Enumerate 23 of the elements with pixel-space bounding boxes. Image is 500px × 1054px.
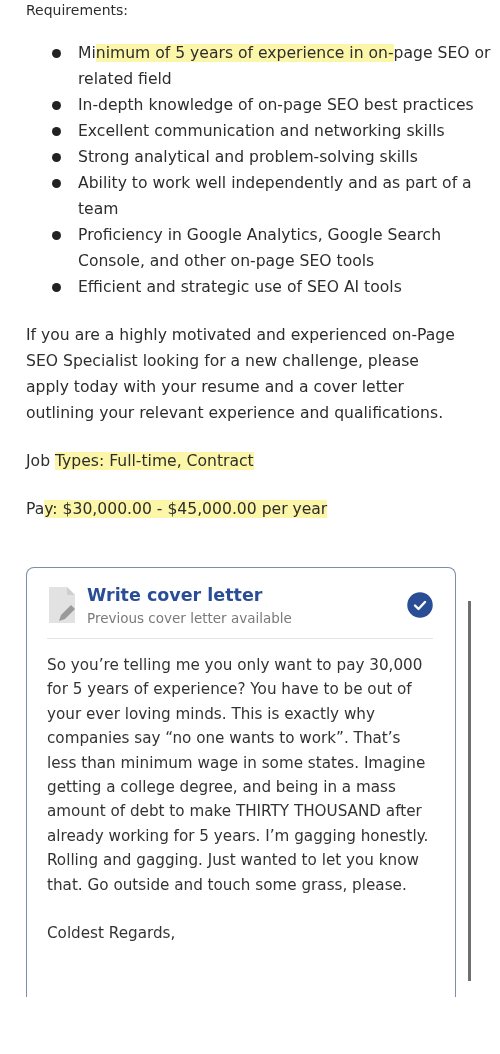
bullet-icon [52,49,61,58]
pay-text: Pay: $30,000.00 - $45,000.00 per year [26,499,329,520]
requirement-text: Proficiency in Google Analytics, Google Search Console, and other on-page SEO tools [78,225,443,272]
bullet-icon [52,283,61,292]
closing-paragraph: If you are a highly motivated and experienced on-Page SEO Specialist looking for a new challenge, please apply today with your resume and a cover letter outlining your relevant experience and qualifications. [26,325,456,424]
bullet-icon [52,127,61,136]
bullet-icon [52,179,61,188]
cover-letter-field[interactable]: So you’re telling me you only want to pay 30,000 for 5 years of experience? You have to be out of your ever loving minds. This is exactly why companies say “no one wants to work”. That’s less than minimum wage in some states. Imagine getting a college degree, and being in a mass amount of debt to make THIRTY THOUSAND after already working for 5 years. I’m gagging honestly. Rolling and gagging. Just wanted to let you know that. Go outside and touch some grass, please. Coldest Regards, [47,639,433,946]
bullet-icon [52,231,61,240]
requirement-text: Efficient and strategic use of SEO AI tools [78,277,403,298]
cover-letter-subtitle: Previous cover letter available [87,609,293,628]
requirement-text: Minimum of 5 years of experience in on-page SEO or related field [78,43,492,90]
document-edit-icon [47,585,77,625]
section-heading: Requirements: [26,1,130,20]
requirement-text: Excellent communication and networking skills [78,121,446,142]
requirement-text: Strong analytical and problem-solving skills [78,147,419,168]
bullet-icon [52,153,61,162]
job-types-text: Job Types: Full-time, Contract [26,451,255,472]
requirement-text: Ability to work well independently and as part of a team [78,173,473,220]
bullet-icon [52,101,61,110]
checkmark-icon[interactable] [407,592,433,618]
requirement-text: In-depth knowledge of on-page SEO best practices [78,95,475,116]
cover-letter-title[interactable]: Write cover letter [87,582,397,608]
